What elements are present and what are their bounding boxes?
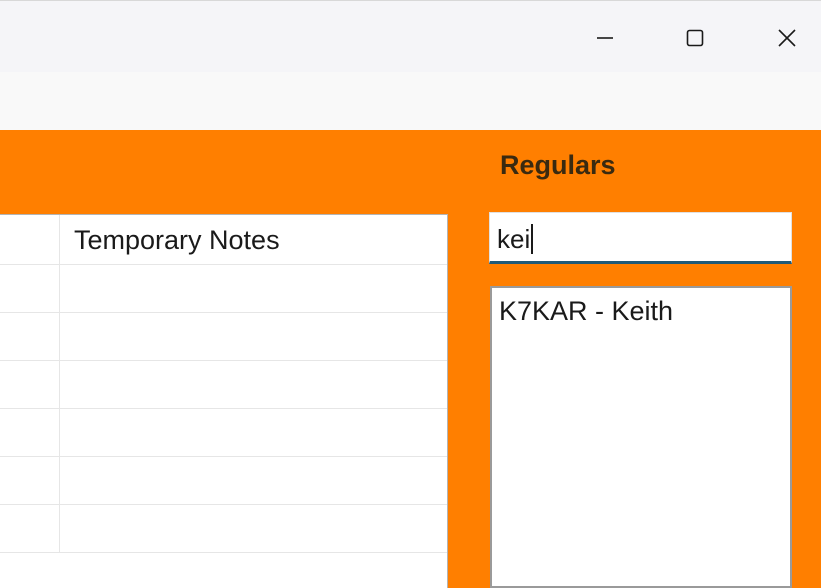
table-row[interactable] <box>0 265 447 313</box>
notes-grid[interactable]: Temporary Notes <box>0 214 448 588</box>
cell-divider <box>59 265 60 312</box>
table-row[interactable] <box>0 457 447 505</box>
toolbar <box>0 72 821 130</box>
search-value: kei <box>497 224 531 254</box>
app-window: Temporary Notes Regulars kei K7KAR - Kei… <box>0 0 821 588</box>
main-panel: Temporary Notes Regulars kei K7KAR - Kei… <box>0 130 821 588</box>
grid-header: Temporary Notes <box>0 215 447 265</box>
regulars-title: Regulars <box>500 150 616 180</box>
regulars-results-list[interactable]: K7KAR - Keith <box>490 286 792 588</box>
maximize-icon <box>686 29 704 47</box>
cell-divider <box>59 361 60 408</box>
list-item[interactable]: K7KAR - Keith <box>499 296 673 327</box>
table-row[interactable] <box>0 313 447 361</box>
cell-divider <box>59 313 60 360</box>
regulars-search-input[interactable]: kei <box>497 224 534 255</box>
minimize-icon <box>597 37 613 39</box>
text-caret <box>531 224 534 254</box>
cell-divider <box>59 457 60 504</box>
minimize-button[interactable] <box>582 15 628 61</box>
maximize-button[interactable] <box>672 15 718 61</box>
table-row[interactable] <box>0 361 447 409</box>
title-bar <box>0 0 821 73</box>
regulars-search-box[interactable]: kei <box>489 212 792 264</box>
close-button[interactable] <box>764 15 810 61</box>
table-row[interactable] <box>0 505 447 553</box>
table-row[interactable] <box>0 409 447 457</box>
close-icon <box>778 29 796 47</box>
cell-divider <box>59 505 60 552</box>
column-header-temporary-notes[interactable]: Temporary Notes <box>74 225 280 256</box>
column-divider[interactable] <box>59 215 60 265</box>
cell-divider <box>59 409 60 456</box>
